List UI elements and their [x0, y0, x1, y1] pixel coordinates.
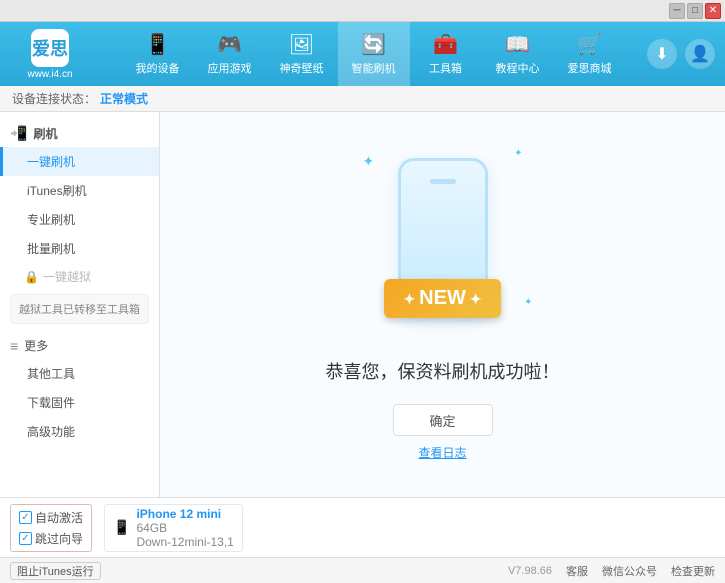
sidebar-item-batch[interactable]: 批量刷机	[0, 234, 159, 263]
sidebar-section-flash: 📲 刷机 一键刷机 iTunes刷机 专业刷机 批量刷机 🔒 一键越狱 越狱工具…	[0, 120, 159, 328]
sidebar-more-header: ≡ 更多	[0, 332, 159, 359]
sidebar-batch-label: 批量刷机	[27, 242, 75, 256]
nav-toolbox[interactable]: 🧰 工具箱	[410, 22, 482, 86]
sidebar-firmware-label: 下载固件	[27, 396, 75, 410]
shop-icon: 🛒	[577, 32, 602, 57]
nav-apps-label: 应用游戏	[208, 60, 252, 76]
nav-toolbox-label: 工具箱	[429, 60, 462, 76]
sidebar-flash-title: 刷机	[33, 125, 57, 142]
main-area: 📲 刷机 一键刷机 iTunes刷机 专业刷机 批量刷机 🔒 一键越狱 越狱工具…	[0, 112, 725, 497]
status-label: 设备连接状态：	[12, 90, 96, 107]
sidebar-section-more: ≡ 更多 其他工具 下载固件 高级功能	[0, 332, 159, 446]
sidebar-onekey-label: 一键刷机	[27, 155, 75, 169]
logo-icon: 爱思	[31, 29, 69, 67]
support-link[interactable]: 客服	[566, 563, 588, 579]
nav-tutorial[interactable]: 📖 教程中心	[482, 22, 554, 86]
sidebar-item-firmware[interactable]: 下载固件	[0, 388, 159, 417]
content-area: ✦ ✦ ✦ NEW 恭喜您，保资料刷机成功啦！ 确定 查看日志	[160, 112, 725, 497]
update-link[interactable]: 检查更新	[671, 563, 715, 579]
wallpaper-icon: 🖼	[289, 32, 314, 57]
phone-notch	[430, 179, 456, 184]
stop-itunes-button[interactable]: 阻止iTunes运行	[10, 562, 101, 580]
device-phone-icon: 📱	[113, 519, 130, 536]
new-badge: NEW	[384, 279, 502, 318]
phone-illustration: ✦ ✦ ✦ NEW	[343, 148, 543, 338]
nav-tutorial-label: 教程中心	[496, 60, 540, 76]
checkbox-group: ✓ 自动激活 ✓ 跳过向导	[10, 504, 92, 552]
skip-wizard-check-box[interactable]: ✓	[19, 532, 32, 545]
nav-my-device[interactable]: 📱 我的设备	[122, 22, 194, 86]
sidebar-itunes-label: iTunes刷机	[27, 184, 87, 198]
nav-apps[interactable]: 🎮 应用游戏	[194, 22, 266, 86]
nav-flash-label: 智能刷机	[352, 60, 396, 76]
sidebar-jailbreak-label: 一键越狱	[43, 268, 91, 285]
flash-section-icon: 📲	[10, 125, 27, 142]
toolbox-icon: 🧰	[433, 32, 458, 57]
sidebar: 📲 刷机 一键刷机 iTunes刷机 专业刷机 批量刷机 🔒 一键越狱 越狱工具…	[0, 112, 160, 497]
sidebar-advanced-label: 高级功能	[27, 425, 75, 439]
title-bar: ─ □ ✕	[0, 0, 725, 22]
sidebar-item-onekey[interactable]: 一键刷机	[0, 147, 159, 176]
sidebar-item-itunes[interactable]: iTunes刷机	[0, 176, 159, 205]
nav-shop-label: 爱思商城	[568, 60, 612, 76]
bottom-right-links: V7.98.66 客服 微信公众号 检查更新	[508, 563, 715, 579]
sidebar-item-tools[interactable]: 其他工具	[0, 359, 159, 388]
success-title: 恭喜您，保资料刷机成功啦！	[326, 358, 560, 384]
header: 爱思 www.i4.cn 📱 我的设备 🎮 应用游戏 🖼 神奇壁纸 🔄 智能刷机…	[0, 22, 725, 86]
nav-my-device-label: 我的设备	[136, 60, 180, 76]
sidebar-more-title: 更多	[24, 337, 48, 354]
download-button[interactable]: ⬇	[647, 39, 677, 69]
bottom-device-bar: ✓ 自动激活 ✓ 跳过向导 📱 iPhone 12 mini 64GB Down…	[0, 497, 725, 557]
nav-wallpaper-label: 神奇壁纸	[280, 60, 324, 76]
sidebar-info-text: 越狱工具已转移至工具箱	[19, 304, 140, 316]
sidebar-item-pro[interactable]: 专业刷机	[0, 205, 159, 234]
sidebar-info-box: 越狱工具已转移至工具箱	[10, 294, 149, 324]
wechat-link[interactable]: 微信公众号	[602, 563, 657, 579]
sidebar-item-jailbreak: 🔒 一键越狱	[0, 263, 159, 290]
nav-bar: 📱 我的设备 🎮 应用游戏 🖼 神奇壁纸 🔄 智能刷机 🧰 工具箱 📖 教程中心…	[100, 22, 647, 86]
more-section-icon: ≡	[10, 338, 18, 354]
nav-wallpaper[interactable]: 🖼 神奇壁纸	[266, 22, 338, 86]
logo: 爱思 www.i4.cn	[10, 29, 90, 80]
device-model: Down-12mini-13,1	[136, 535, 233, 549]
stop-itunes-area: 阻止iTunes运行	[10, 562, 101, 580]
status-bar: 设备连接状态： 正常模式	[0, 86, 725, 112]
version-label: V7.98.66	[508, 565, 552, 577]
minimize-button[interactable]: ─	[669, 3, 685, 19]
nav-flash[interactable]: 🔄 智能刷机	[338, 22, 410, 86]
device-info: 📱 iPhone 12 mini 64GB Down-12mini-13,1	[104, 504, 243, 552]
sidebar-tools-label: 其他工具	[27, 367, 75, 381]
logo-text: www.i4.cn	[27, 69, 72, 80]
nav-shop[interactable]: 🛒 爱思商城	[554, 22, 626, 86]
close-button[interactable]: ✕	[705, 3, 721, 19]
bottom-status-bar: 阻止iTunes运行 V7.98.66 客服 微信公众号 检查更新	[0, 557, 725, 583]
sparkle-3: ✦	[524, 297, 532, 308]
confirm-button[interactable]: 确定	[393, 404, 493, 436]
sparkle-2: ✦	[514, 148, 522, 159]
device-name: iPhone 12 mini	[136, 507, 233, 521]
device-details: iPhone 12 mini 64GB Down-12mini-13,1	[136, 507, 233, 549]
nav-right-actions: ⬇ 👤	[647, 39, 715, 69]
sidebar-flash-header: 📲 刷机	[0, 120, 159, 147]
tutorial-icon: 📖	[505, 32, 530, 57]
lock-icon: 🔒	[24, 270, 39, 284]
skip-wizard-label: 跳过向导	[35, 530, 83, 547]
skip-wizard-checkbox[interactable]: ✓ 跳过向导	[19, 530, 83, 547]
status-value: 正常模式	[100, 90, 148, 107]
user-button[interactable]: 👤	[685, 39, 715, 69]
device-icon: 📱	[145, 32, 170, 57]
apps-icon: 🎮	[217, 32, 242, 57]
sidebar-pro-label: 专业刷机	[27, 213, 75, 227]
sparkle-1: ✦	[363, 153, 375, 170]
maximize-button[interactable]: □	[687, 3, 703, 19]
auto-activate-check-box[interactable]: ✓	[19, 511, 32, 524]
confirm-btn-label: 确定	[429, 411, 455, 430]
flash-icon: 🔄	[361, 32, 386, 57]
view-log-link[interactable]: 查看日志	[418, 444, 466, 461]
sidebar-item-advanced[interactable]: 高级功能	[0, 417, 159, 446]
